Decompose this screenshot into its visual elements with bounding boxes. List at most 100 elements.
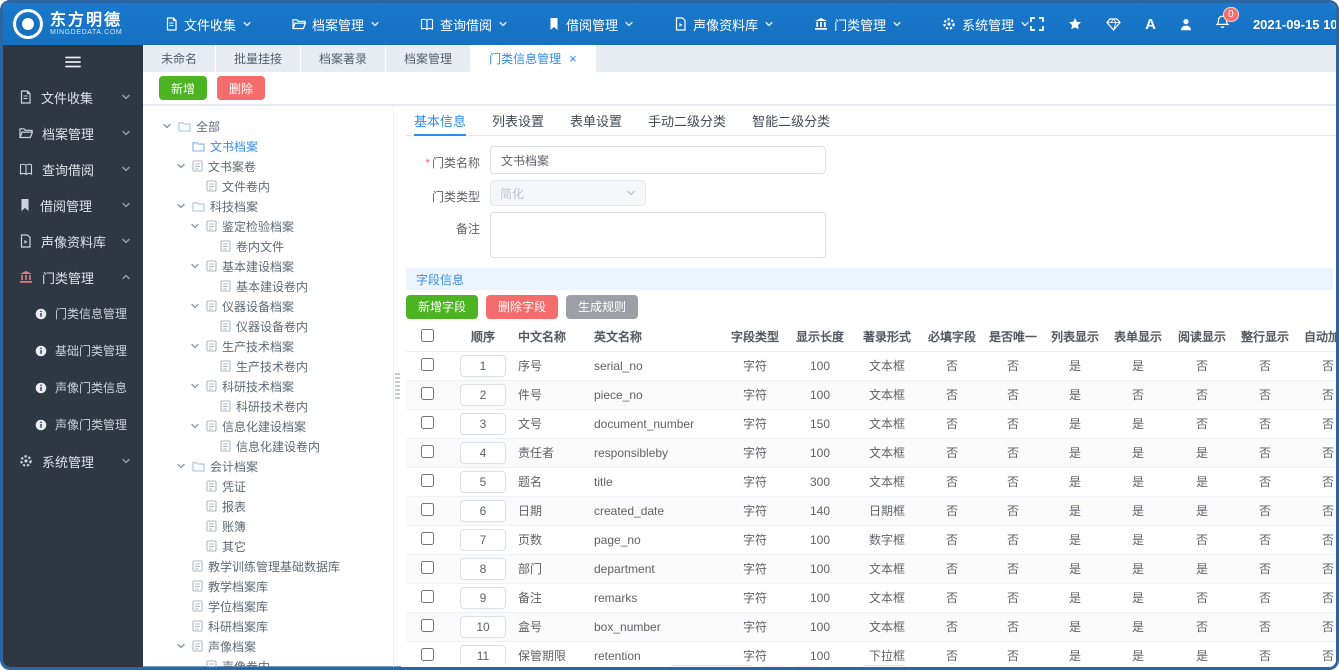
topnav-item-query-borrow[interactable]: 查询借阅 — [420, 15, 508, 34]
chevron-down-icon[interactable] — [175, 641, 187, 651]
order-input[interactable]: 2 — [460, 383, 506, 406]
open-tab-3[interactable]: 档案管理 — [386, 45, 472, 72]
table-row[interactable]: 10 盒号 box_number 字符 100 文本框否否是是否否否 — [406, 612, 1336, 642]
page-size-select[interactable]: 100条/页 — [669, 665, 752, 667]
tree-node[interactable]: 全部 — [149, 116, 393, 136]
row-checkbox[interactable] — [420, 531, 434, 545]
tree-node[interactable]: 账簿 — [149, 516, 393, 536]
tree-node[interactable]: 信息化建设卷内 — [149, 436, 393, 456]
topnav-item-file-collect[interactable]: 文件收集 — [165, 15, 252, 34]
table-row[interactable]: 5 题名 title 字符 300 文本框否否是是是否否 — [406, 467, 1336, 497]
sidebar-item-borrow-manage[interactable]: 借阅管理 — [3, 187, 143, 223]
table-row[interactable]: 8 部门 department 字符 100 文本框否否是是是否否 — [406, 554, 1336, 584]
tree-node[interactable]: 会计档案 — [149, 456, 393, 476]
tree-node[interactable]: 文书档案 — [149, 136, 393, 156]
row-checkbox[interactable] — [420, 647, 434, 661]
tree-node[interactable]: 文件卷内 — [149, 176, 393, 196]
open-tab-2[interactable]: 档案著录 — [301, 45, 387, 72]
table-row[interactable]: 3 文号 document_number 字符 150 文本框否否是是否否否 — [406, 409, 1336, 439]
chevron-down-icon[interactable] — [189, 341, 201, 351]
chevron-down-icon[interactable] — [175, 461, 187, 471]
tree-node[interactable]: 基本建设卷内 — [149, 276, 393, 296]
order-input[interactable]: 7 — [460, 528, 506, 551]
tree-node[interactable]: 生产技术档案 — [149, 336, 393, 356]
table-row[interactable]: 1 序号 serial_no 字符 100 文本框否否是是否否否 — [406, 351, 1336, 381]
table-row[interactable]: 7 页数 page_no 字符 100 数字框否否是是否否否 — [406, 525, 1336, 555]
tree-node[interactable]: 科研档案库 — [149, 616, 393, 636]
tree-node[interactable]: 声像卷内 — [149, 656, 393, 667]
tree-node[interactable]: 学位档案库 — [149, 596, 393, 616]
table-row[interactable]: 11 保管期限 retention 字符 100 下拉框否否是是是否否 — [406, 641, 1336, 663]
prev-page-button[interactable] — [760, 665, 786, 667]
row-checkbox[interactable] — [420, 357, 434, 371]
remark-textarea[interactable] — [490, 212, 826, 258]
table-row[interactable]: 4 责任者 responsibleby 字符 100 文本框否否是是是否否 — [406, 438, 1336, 468]
sidebar-subitem-media-category-info[interactable]: 声像门类信息 — [3, 369, 143, 406]
chevron-down-icon[interactable] — [175, 201, 187, 211]
row-checkbox[interactable] — [420, 386, 434, 400]
tree-node[interactable]: 其它 — [149, 536, 393, 556]
panel-splitter[interactable] — [393, 106, 401, 667]
detail-tab-4[interactable]: 智能二级分类 — [752, 106, 830, 135]
gem-icon[interactable] — [1106, 17, 1121, 31]
chevron-down-icon[interactable] — [161, 121, 173, 131]
order-input[interactable]: 4 — [460, 441, 506, 464]
row-checkbox[interactable] — [420, 618, 434, 632]
chevron-down-icon[interactable] — [189, 301, 201, 311]
open-tab-0[interactable]: 未命名 — [143, 45, 217, 72]
delete-button[interactable]: 删除 — [217, 76, 266, 100]
table-row[interactable]: 9 备注 remarks 字符 100 文本框否否是是否否否 — [406, 583, 1336, 613]
detail-tab-3[interactable]: 手动二级分类 — [648, 106, 726, 135]
order-input[interactable]: 10 — [460, 615, 506, 638]
tree-node[interactable]: 生产技术卷内 — [149, 356, 393, 376]
user-icon[interactable] — [1180, 18, 1192, 31]
chevron-down-icon[interactable] — [189, 261, 201, 271]
sidebar-item-file-collect[interactable]: 文件收集 — [3, 79, 143, 115]
tree-node[interactable]: 鉴定检验档案 — [149, 216, 393, 236]
order-input[interactable]: 8 — [460, 557, 506, 580]
delete-field-button[interactable]: 删除字段 — [486, 294, 559, 319]
order-input[interactable]: 11 — [460, 644, 506, 663]
goto-page-input[interactable] — [861, 665, 906, 667]
tree-node[interactable]: 卷内文件 — [149, 236, 393, 256]
tree-node[interactable]: 科研技术卷内 — [149, 396, 393, 416]
tree-node[interactable]: 信息化建设档案 — [149, 416, 393, 436]
chevron-down-icon[interactable] — [189, 421, 201, 431]
order-input[interactable]: 1 — [460, 354, 506, 377]
tree-node[interactable]: 教学训练管理基础数据库 — [149, 556, 393, 576]
order-input[interactable]: 9 — [460, 586, 506, 609]
chevron-down-icon[interactable] — [189, 381, 201, 391]
add-button[interactable]: 新增 — [159, 76, 208, 100]
tree-node[interactable]: 声像档案 — [149, 636, 393, 656]
sidebar-subitem-media-category-manage[interactable]: 声像门类管理 — [3, 406, 143, 443]
tree-node[interactable]: 科研技术档案 — [149, 376, 393, 396]
sidebar-item-category-manage[interactable]: 门类管理 — [3, 259, 143, 295]
select-all-checkbox[interactable] — [420, 328, 434, 342]
sidebar-item-query-borrow[interactable]: 查询借阅 — [3, 151, 143, 187]
detail-tab-1[interactable]: 列表设置 — [492, 106, 544, 135]
tree-node[interactable]: 仪器设备卷内 — [149, 316, 393, 336]
fields-table-scroll[interactable]: 顺序 中文名称 英文名称 字段类型 显示长度 著录形式 必填字段 是否唯一 列表显示 表单显示 阅读… — [406, 323, 1336, 663]
tree-node[interactable]: 凭证 — [149, 476, 393, 496]
order-input[interactable]: 6 — [460, 499, 506, 522]
font-size-icon[interactable]: A — [1145, 16, 1156, 33]
tree-node[interactable]: 教学档案库 — [149, 576, 393, 596]
row-checkbox[interactable] — [420, 589, 434, 603]
open-tab-1[interactable]: 批量挂接 — [216, 45, 302, 72]
order-input[interactable]: 3 — [460, 412, 506, 435]
next-page-button[interactable] — [794, 665, 820, 667]
sidebar-item-media-library[interactable]: 声像资料库 — [3, 223, 143, 259]
topnav-item-system-manage[interactable]: 系统管理 — [942, 15, 1030, 34]
tree-node[interactable]: 报表 — [149, 496, 393, 516]
topnav-item-category-manage[interactable]: 门类管理 — [814, 15, 902, 34]
row-checkbox[interactable] — [420, 415, 434, 429]
category-type-select[interactable]: 简化 — [490, 180, 646, 206]
generate-rule-button[interactable]: 生成规则 — [566, 294, 639, 319]
tree-node[interactable]: 文书案卷 — [149, 156, 393, 176]
topnav-item-borrow-manage[interactable]: 借阅管理 — [548, 15, 634, 34]
open-tab-4[interactable]: 门类信息管理 × — [471, 45, 596, 72]
row-checkbox[interactable] — [420, 444, 434, 458]
detail-tab-2[interactable]: 表单设置 — [570, 106, 622, 135]
brand-logo[interactable]: 东方明德 MINGDEDATA.COM — [3, 9, 143, 39]
tree-node[interactable]: 仪器设备档案 — [149, 296, 393, 316]
